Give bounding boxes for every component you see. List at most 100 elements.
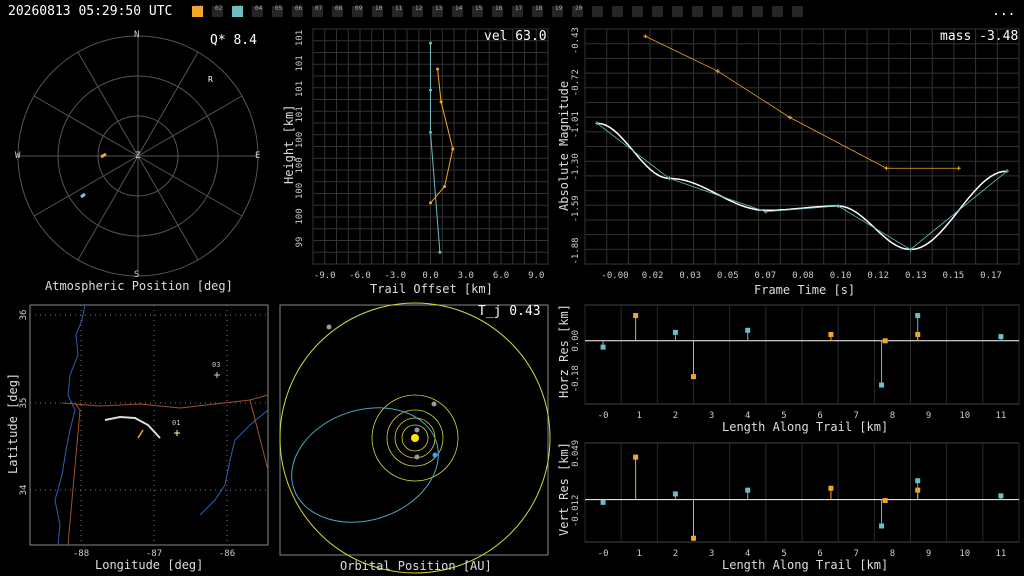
north-label: N [134, 30, 140, 40]
polar-spoke [77, 155, 139, 261]
teal-residual-point [672, 491, 678, 497]
station-toggle-16[interactable]: 16 [492, 5, 503, 17]
station-toggle-06[interactable]: 06 [292, 5, 303, 17]
station-toggle-10[interactable]: 10 [372, 5, 383, 17]
station-toggle-blank-24[interactable] [672, 6, 683, 17]
station-toggle-label: 08 [335, 5, 343, 12]
station-toggle-19[interactable]: 19 [552, 5, 563, 17]
station-toggle-blank-30[interactable] [792, 6, 803, 17]
orange-magnitude-point [956, 166, 961, 171]
station-toggle-label: 07 [315, 5, 323, 12]
station-toggle-label: 10 [375, 5, 383, 12]
orange-residual-point [633, 313, 639, 319]
station-toggle-20[interactable]: 20 [572, 5, 583, 17]
trail-xtick: 3.0 [458, 271, 474, 281]
orange-trail-line [430, 68, 454, 204]
vert-xtick: 10 [959, 549, 970, 559]
station-toggle-label: 02 [215, 5, 223, 12]
map-ylabel: Latitude [deg] [6, 372, 20, 474]
station-toggle-13[interactable]: 13 [432, 5, 443, 17]
magnitude-panel: -0.00 0.02 0.03 0.05 0.07 0.08 0.10 0.12 0.13 0.1… [555, 24, 1024, 300]
planet-marker [431, 401, 437, 407]
station-toggle-04[interactable]: 04 [252, 5, 263, 17]
more-menu-button[interactable]: ... [992, 4, 1015, 19]
trail-ytick: 101 [295, 55, 305, 71]
horz-xtick: 11 [995, 411, 1006, 421]
magnitude-xtick: 0.03 [679, 271, 701, 281]
orange-residual-point [691, 374, 696, 380]
station-toggle-label: 16 [495, 5, 503, 12]
station-01-label: 01 [172, 419, 181, 427]
station-toggle-14[interactable]: 14 [452, 5, 463, 17]
planet-marker [326, 324, 332, 330]
station-toggle-blank-25[interactable] [692, 6, 703, 17]
teal-residual-point [915, 313, 921, 319]
velocity-readout: vel 63.0 [484, 29, 547, 44]
station-toggle-11[interactable]: 11 [392, 5, 403, 17]
trail-ytick: 100 [295, 183, 305, 199]
polar-spoke [77, 51, 139, 157]
vert-ylabel: Vert Res [km] [557, 442, 571, 536]
orange-magnitude-point [643, 34, 648, 39]
state-border [61, 394, 269, 409]
station-toggle-blank-22[interactable] [632, 6, 643, 17]
horz-xtick: 3 [709, 411, 714, 421]
station-toggle-blank-27[interactable] [732, 6, 743, 17]
polar-panel: Q* 8.4 N S W E Z R Atmospheric Position … [0, 24, 280, 294]
magnitude-ytick: -1.30 [571, 153, 581, 180]
magnitude-xtick: 0.12 [867, 271, 889, 281]
station-toggle-blank-29[interactable] [772, 6, 783, 17]
station-03-label: 03 [212, 361, 221, 369]
station-toggle-label: 04 [255, 5, 263, 12]
station-toggle-03[interactable]: 03 [232, 5, 243, 17]
planet-marker [414, 427, 420, 433]
station-toggle-09[interactable]: 09 [352, 5, 363, 17]
station-toggle-08[interactable]: 08 [332, 5, 343, 17]
station-toggle-blank-20[interactable] [592, 6, 603, 17]
teal-residual-point [879, 523, 885, 529]
station-toggle-label: 13 [435, 5, 443, 12]
trail-ytick: 101 [295, 30, 305, 46]
station-toggle-05[interactable]: 05 [272, 5, 283, 17]
magnitude-xtick: 0.07 [755, 271, 777, 281]
magnitude-ytick: -1.59 [571, 195, 581, 222]
station-toggle-blank-23[interactable] [652, 6, 663, 17]
station-toggle-15[interactable]: 15 [472, 5, 483, 17]
q-star-readout: Q* 8.4 [210, 33, 257, 48]
horz-xtick: 8 [890, 411, 895, 421]
trail-plot: -9.0 -6.0 -3.0 0.0 3.0 6.0 9.0 99 100 100 100 100 10… [295, 28, 549, 281]
trail-ytick: 99 [295, 237, 305, 248]
station-toggle-blank-28[interactable] [752, 6, 763, 17]
polar-xlabel: Atmospheric Position [deg] [45, 279, 233, 293]
west-label: W [15, 151, 21, 161]
station-toggle-label: 18 [535, 5, 543, 12]
timestamp: 20260813 05:29:50 UTC [8, 4, 173, 19]
station-toggle-02[interactable]: 02 [212, 5, 223, 17]
station-toggle-blank-21[interactable] [612, 6, 623, 17]
polar-spoke [137, 155, 199, 261]
orbit-xlabel: Orbital Position [AU] [340, 559, 492, 573]
magnitude-xlabel: Frame Time [s] [754, 283, 856, 297]
station-toggle-01[interactable]: 01 [192, 5, 203, 17]
zenith-label: Z [135, 151, 141, 161]
station-toggle-label: 09 [355, 5, 363, 12]
station-toggle-label: 12 [415, 5, 423, 12]
polar-spoke [137, 51, 199, 157]
orange-magnitude-point [787, 115, 792, 120]
station-toggle-blank-26[interactable] [712, 6, 723, 17]
orange-residual-point [828, 485, 834, 491]
station-toggle-18[interactable]: 18 [532, 5, 543, 17]
horz-xlabel: Length Along Trail [km] [722, 420, 889, 434]
station-toggle-label: 17 [515, 5, 523, 12]
station-toggle-12[interactable]: 12 [412, 5, 423, 17]
polar-spoke [137, 155, 243, 217]
horz-xtick: 2 [673, 411, 678, 421]
orange-trail-point [436, 67, 440, 71]
station-toggle-07[interactable]: 07 [312, 5, 323, 17]
orange-residual-point [633, 454, 639, 460]
trail-xtick: -9.0 [314, 271, 336, 281]
orange-trail-point [439, 100, 443, 104]
station-toggle-17[interactable]: 17 [512, 5, 523, 17]
teal-residual-point [998, 493, 1004, 499]
teal-trail-mark [80, 192, 86, 199]
